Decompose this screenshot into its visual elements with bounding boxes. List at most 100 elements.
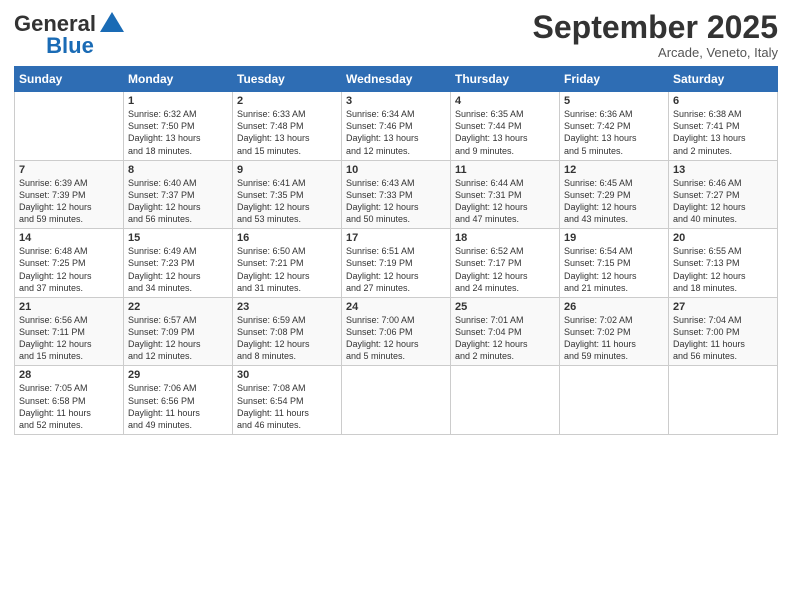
calendar-cell: 20Sunrise: 6:55 AM Sunset: 7:13 PM Dayli… (669, 229, 778, 298)
day-info: Sunrise: 6:41 AM Sunset: 7:35 PM Dayligh… (237, 177, 337, 226)
calendar-cell: 28Sunrise: 7:05 AM Sunset: 6:58 PM Dayli… (15, 366, 124, 435)
calendar-cell: 19Sunrise: 6:54 AM Sunset: 7:15 PM Dayli… (560, 229, 669, 298)
calendar-cell: 8Sunrise: 6:40 AM Sunset: 7:37 PM Daylig… (124, 160, 233, 229)
calendar-cell (451, 366, 560, 435)
calendar-cell: 10Sunrise: 6:43 AM Sunset: 7:33 PM Dayli… (342, 160, 451, 229)
location: Arcade, Veneto, Italy (533, 45, 778, 60)
day-number: 24 (346, 301, 446, 313)
calendar-cell: 21Sunrise: 6:56 AM Sunset: 7:11 PM Dayli… (15, 297, 124, 366)
calendar-cell: 29Sunrise: 7:06 AM Sunset: 6:56 PM Dayli… (124, 366, 233, 435)
calendar-cell: 1Sunrise: 6:32 AM Sunset: 7:50 PM Daylig… (124, 92, 233, 161)
day-number: 5 (564, 95, 664, 107)
day-number: 25 (455, 301, 555, 313)
calendar-week-row: 7Sunrise: 6:39 AM Sunset: 7:39 PM Daylig… (15, 160, 778, 229)
logo-blue-text: Blue (46, 33, 94, 58)
calendar-cell: 12Sunrise: 6:45 AM Sunset: 7:29 PM Dayli… (560, 160, 669, 229)
title-block: September 2025 Arcade, Veneto, Italy (533, 10, 778, 60)
day-number: 17 (346, 232, 446, 244)
day-number: 18 (455, 232, 555, 244)
calendar-cell: 30Sunrise: 7:08 AM Sunset: 6:54 PM Dayli… (233, 366, 342, 435)
day-number: 3 (346, 95, 446, 107)
day-number: 29 (128, 369, 228, 381)
day-info: Sunrise: 6:36 AM Sunset: 7:42 PM Dayligh… (564, 108, 664, 157)
day-of-week-header: Friday (560, 67, 669, 92)
day-info: Sunrise: 6:48 AM Sunset: 7:25 PM Dayligh… (19, 245, 119, 294)
day-info: Sunrise: 6:34 AM Sunset: 7:46 PM Dayligh… (346, 108, 446, 157)
day-info: Sunrise: 7:08 AM Sunset: 6:54 PM Dayligh… (237, 382, 337, 431)
calendar-cell: 26Sunrise: 7:02 AM Sunset: 7:02 PM Dayli… (560, 297, 669, 366)
day-info: Sunrise: 7:04 AM Sunset: 7:00 PM Dayligh… (673, 314, 773, 363)
calendar-cell: 7Sunrise: 6:39 AM Sunset: 7:39 PM Daylig… (15, 160, 124, 229)
day-number: 1 (128, 95, 228, 107)
day-of-week-header: Wednesday (342, 67, 451, 92)
day-info: Sunrise: 6:59 AM Sunset: 7:08 PM Dayligh… (237, 314, 337, 363)
day-number: 11 (455, 164, 555, 176)
day-number: 9 (237, 164, 337, 176)
day-number: 15 (128, 232, 228, 244)
day-of-week-header: Tuesday (233, 67, 342, 92)
day-info: Sunrise: 6:39 AM Sunset: 7:39 PM Dayligh… (19, 177, 119, 226)
calendar-cell: 11Sunrise: 6:44 AM Sunset: 7:31 PM Dayli… (451, 160, 560, 229)
calendar-cell: 3Sunrise: 6:34 AM Sunset: 7:46 PM Daylig… (342, 92, 451, 161)
logo: General Blue (14, 10, 126, 58)
day-info: Sunrise: 6:46 AM Sunset: 7:27 PM Dayligh… (673, 177, 773, 226)
month-title: September 2025 (533, 10, 778, 45)
calendar-cell: 5Sunrise: 6:36 AM Sunset: 7:42 PM Daylig… (560, 92, 669, 161)
day-info: Sunrise: 6:55 AM Sunset: 7:13 PM Dayligh… (673, 245, 773, 294)
day-number: 27 (673, 301, 773, 313)
calendar-cell: 27Sunrise: 7:04 AM Sunset: 7:00 PM Dayli… (669, 297, 778, 366)
day-number: 14 (19, 232, 119, 244)
day-number: 4 (455, 95, 555, 107)
calendar-cell: 22Sunrise: 6:57 AM Sunset: 7:09 PM Dayli… (124, 297, 233, 366)
calendar-cell: 25Sunrise: 7:01 AM Sunset: 7:04 PM Dayli… (451, 297, 560, 366)
calendar-header-row: SundayMondayTuesdayWednesdayThursdayFrid… (15, 67, 778, 92)
calendar-cell (342, 366, 451, 435)
day-number: 8 (128, 164, 228, 176)
calendar-cell (15, 92, 124, 161)
day-number: 16 (237, 232, 337, 244)
calendar-cell: 9Sunrise: 6:41 AM Sunset: 7:35 PM Daylig… (233, 160, 342, 229)
calendar-cell: 2Sunrise: 6:33 AM Sunset: 7:48 PM Daylig… (233, 92, 342, 161)
day-of-week-header: Sunday (15, 67, 124, 92)
day-number: 6 (673, 95, 773, 107)
calendar-cell: 23Sunrise: 6:59 AM Sunset: 7:08 PM Dayli… (233, 297, 342, 366)
day-number: 7 (19, 164, 119, 176)
day-info: Sunrise: 7:01 AM Sunset: 7:04 PM Dayligh… (455, 314, 555, 363)
day-info: Sunrise: 6:35 AM Sunset: 7:44 PM Dayligh… (455, 108, 555, 157)
calendar-cell: 4Sunrise: 6:35 AM Sunset: 7:44 PM Daylig… (451, 92, 560, 161)
day-number: 20 (673, 232, 773, 244)
day-info: Sunrise: 7:05 AM Sunset: 6:58 PM Dayligh… (19, 382, 119, 431)
day-info: Sunrise: 7:06 AM Sunset: 6:56 PM Dayligh… (128, 382, 228, 431)
day-info: Sunrise: 6:49 AM Sunset: 7:23 PM Dayligh… (128, 245, 228, 294)
day-number: 21 (19, 301, 119, 313)
calendar-cell (560, 366, 669, 435)
day-number: 22 (128, 301, 228, 313)
logo-icon (98, 10, 126, 38)
day-info: Sunrise: 6:32 AM Sunset: 7:50 PM Dayligh… (128, 108, 228, 157)
day-number: 19 (564, 232, 664, 244)
calendar: SundayMondayTuesdayWednesdayThursdayFrid… (14, 66, 778, 435)
day-info: Sunrise: 7:00 AM Sunset: 7:06 PM Dayligh… (346, 314, 446, 363)
day-of-week-header: Saturday (669, 67, 778, 92)
calendar-cell: 18Sunrise: 6:52 AM Sunset: 7:17 PM Dayli… (451, 229, 560, 298)
calendar-cell: 15Sunrise: 6:49 AM Sunset: 7:23 PM Dayli… (124, 229, 233, 298)
day-info: Sunrise: 6:57 AM Sunset: 7:09 PM Dayligh… (128, 314, 228, 363)
day-info: Sunrise: 6:51 AM Sunset: 7:19 PM Dayligh… (346, 245, 446, 294)
day-of-week-header: Thursday (451, 67, 560, 92)
day-info: Sunrise: 6:45 AM Sunset: 7:29 PM Dayligh… (564, 177, 664, 226)
day-info: Sunrise: 6:56 AM Sunset: 7:11 PM Dayligh… (19, 314, 119, 363)
day-number: 13 (673, 164, 773, 176)
day-info: Sunrise: 6:33 AM Sunset: 7:48 PM Dayligh… (237, 108, 337, 157)
calendar-cell: 13Sunrise: 6:46 AM Sunset: 7:27 PM Dayli… (669, 160, 778, 229)
day-info: Sunrise: 6:54 AM Sunset: 7:15 PM Dayligh… (564, 245, 664, 294)
calendar-cell: 17Sunrise: 6:51 AM Sunset: 7:19 PM Dayli… (342, 229, 451, 298)
day-info: Sunrise: 6:43 AM Sunset: 7:33 PM Dayligh… (346, 177, 446, 226)
calendar-cell: 16Sunrise: 6:50 AM Sunset: 7:21 PM Dayli… (233, 229, 342, 298)
page: General Blue September 2025 Arcade, Vene… (0, 0, 792, 612)
day-number: 12 (564, 164, 664, 176)
day-of-week-header: Monday (124, 67, 233, 92)
day-info: Sunrise: 6:52 AM Sunset: 7:17 PM Dayligh… (455, 245, 555, 294)
calendar-cell: 14Sunrise: 6:48 AM Sunset: 7:25 PM Dayli… (15, 229, 124, 298)
day-number: 28 (19, 369, 119, 381)
day-number: 23 (237, 301, 337, 313)
